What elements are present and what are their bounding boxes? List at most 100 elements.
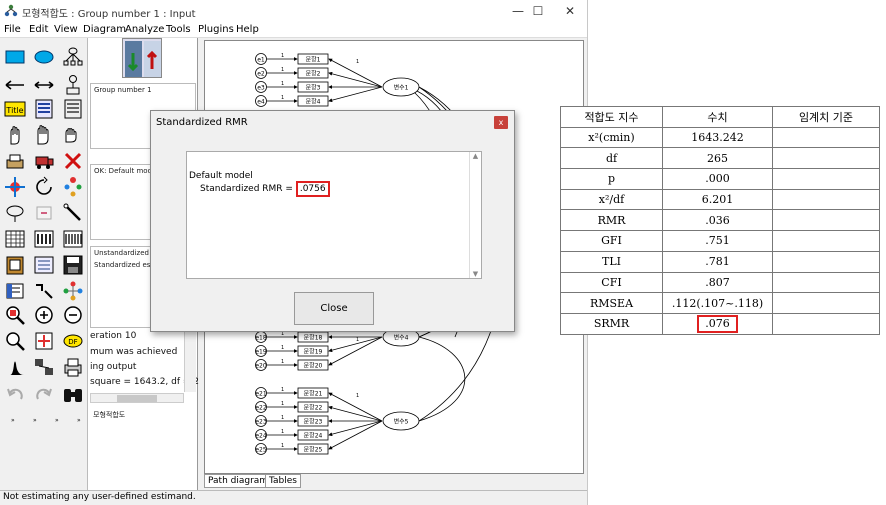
save-icon[interactable] bbox=[62, 254, 84, 276]
zoom-area-icon[interactable] bbox=[4, 304, 26, 326]
observed-variable-label: 문항3 bbox=[306, 84, 321, 92]
title-tool-label: Title bbox=[5, 106, 23, 115]
specification-search-icon[interactable] bbox=[62, 384, 84, 406]
more-icon[interactable]: » bbox=[50, 408, 72, 424]
print-icon[interactable] bbox=[62, 356, 84, 378]
copy-icon[interactable] bbox=[4, 150, 26, 172]
erase-icon[interactable] bbox=[62, 150, 84, 172]
zoom-page-icon[interactable] bbox=[4, 330, 26, 352]
table-row: x²(cmin) 1643.242 bbox=[560, 126, 880, 149]
drag-properties-icon[interactable] bbox=[33, 280, 55, 302]
view-text-icon[interactable] bbox=[33, 254, 55, 276]
indicator-icon[interactable] bbox=[62, 46, 84, 68]
factor-loading-path bbox=[328, 86, 383, 103]
left-arrow-icon[interactable] bbox=[4, 74, 26, 96]
more-icon[interactable]: » bbox=[28, 408, 50, 424]
tab-path-diagram[interactable]: Path diagram bbox=[204, 474, 273, 488]
magic-wand-icon[interactable] bbox=[33, 202, 55, 224]
link-icon[interactable] bbox=[33, 356, 55, 378]
title-icon[interactable]: Title bbox=[4, 98, 26, 120]
error-label: e25 bbox=[255, 447, 267, 454]
select-all-icon[interactable] bbox=[33, 124, 55, 146]
rotate-icon[interactable] bbox=[33, 176, 55, 198]
zoom-out-icon[interactable] bbox=[62, 304, 84, 326]
srmr-highlight: .076 bbox=[697, 314, 738, 333]
observed-variable-label: 문항19 bbox=[304, 348, 323, 356]
list-data-icon[interactable] bbox=[62, 98, 84, 120]
file-name[interactable]: 모형적합도 bbox=[93, 411, 125, 419]
fit-index-value: .112(.107~.118) bbox=[662, 292, 773, 314]
svg-text:DF: DF bbox=[68, 338, 77, 346]
scroll-down-icon[interactable]: ▼ bbox=[470, 270, 481, 278]
group-name[interactable]: Group number 1 bbox=[94, 86, 152, 94]
srmr-value: .0756 bbox=[295, 181, 330, 197]
close-button[interactable]: Close bbox=[294, 292, 374, 325]
analysis-properties-icon[interactable] bbox=[33, 228, 55, 250]
ellipse-icon[interactable] bbox=[33, 46, 55, 68]
factor-loading-path bbox=[328, 420, 383, 450]
error-label: e4 bbox=[257, 99, 265, 106]
scroll-up-icon[interactable]: ▲ bbox=[470, 152, 481, 160]
data-file-icon[interactable] bbox=[4, 228, 26, 250]
header-value: 수치 bbox=[662, 106, 773, 128]
menu-file[interactable]: File bbox=[4, 24, 21, 35]
object-properties-icon[interactable] bbox=[4, 280, 26, 302]
observed-variable-label: 문항1 bbox=[306, 56, 321, 64]
more-icon[interactable]: » bbox=[6, 408, 28, 424]
view-input-output-toggle[interactable] bbox=[122, 38, 162, 78]
deselect-icon[interactable] bbox=[62, 124, 84, 146]
error-label: e18 bbox=[255, 335, 267, 342]
path-weight-label: 1 bbox=[281, 401, 284, 407]
files-box[interactable]: 모형적합도 bbox=[90, 408, 196, 488]
scroll-icon[interactable] bbox=[33, 330, 55, 352]
close-window-button[interactable]: ✕ bbox=[552, 0, 587, 22]
calculate-estimates-icon[interactable] bbox=[62, 228, 84, 250]
fit-index-value: .036 bbox=[662, 209, 773, 232]
clipboard-icon[interactable] bbox=[4, 254, 26, 276]
list-variables-icon[interactable] bbox=[33, 98, 55, 120]
svg-text:»: » bbox=[33, 417, 37, 424]
move-icon[interactable] bbox=[33, 150, 55, 172]
maximize-button[interactable]: ☐ bbox=[520, 0, 556, 22]
dialog-close-icon[interactable]: x bbox=[494, 116, 508, 129]
tab-tables[interactable]: Tables bbox=[265, 474, 301, 488]
move-parameter-icon[interactable] bbox=[4, 176, 26, 198]
toolbox: Title DF » » » » bbox=[0, 38, 88, 490]
menu-plugins[interactable]: Plugins bbox=[198, 24, 234, 35]
dialog-scrollbar[interactable]: ▲ ▼ bbox=[469, 152, 481, 278]
srmr-line: Standardized RMR = .0756 bbox=[200, 181, 330, 197]
menu-diagram[interactable]: Diagram bbox=[83, 24, 126, 35]
fit-index-value: .076 bbox=[662, 312, 773, 335]
model-status[interactable]: OK: Default model bbox=[94, 167, 158, 175]
redo-icon[interactable] bbox=[33, 384, 55, 406]
touch-up-icon[interactable] bbox=[62, 202, 84, 224]
loupe-icon[interactable]: DF bbox=[62, 330, 84, 352]
log-line: mum was achieved bbox=[90, 347, 178, 357]
menu-tools[interactable]: Tools bbox=[166, 24, 191, 35]
menu-analyze[interactable]: Analyze bbox=[125, 24, 164, 35]
rectangle-icon[interactable] bbox=[4, 46, 26, 68]
log-scrollbar[interactable] bbox=[184, 330, 196, 392]
fit-index-criterion bbox=[772, 230, 880, 252]
select-one-icon[interactable] bbox=[4, 124, 26, 146]
log-h-scrollbar[interactable] bbox=[90, 393, 184, 403]
menu-edit[interactable]: Edit bbox=[29, 24, 48, 35]
fit-index-value: 265 bbox=[662, 147, 773, 170]
menu-view[interactable]: View bbox=[54, 24, 78, 35]
double-arrow-icon[interactable] bbox=[33, 74, 55, 96]
preserve-symmetry-icon[interactable] bbox=[62, 280, 84, 302]
table-row: df 265 bbox=[560, 147, 880, 170]
shape-change-icon[interactable] bbox=[4, 202, 26, 224]
table-row: x²/df 6.201 bbox=[560, 188, 880, 211]
window-title: 모형적합도 : Group number 1 : Input bbox=[22, 9, 196, 20]
status-bar: Not estimating any user-defined estimand… bbox=[0, 490, 587, 505]
menu-help[interactable]: Help bbox=[236, 24, 259, 35]
degrees-freedom-icon[interactable] bbox=[4, 356, 26, 378]
log-line: ing output bbox=[90, 362, 137, 372]
undo-icon[interactable] bbox=[4, 384, 26, 406]
zoom-in-icon[interactable] bbox=[33, 304, 55, 326]
error-variable-icon[interactable] bbox=[62, 74, 84, 96]
path-weight-label: 1 bbox=[281, 359, 284, 365]
reflect-icon[interactable] bbox=[62, 176, 84, 198]
dialog-title: Standardized RMR bbox=[156, 117, 248, 128]
